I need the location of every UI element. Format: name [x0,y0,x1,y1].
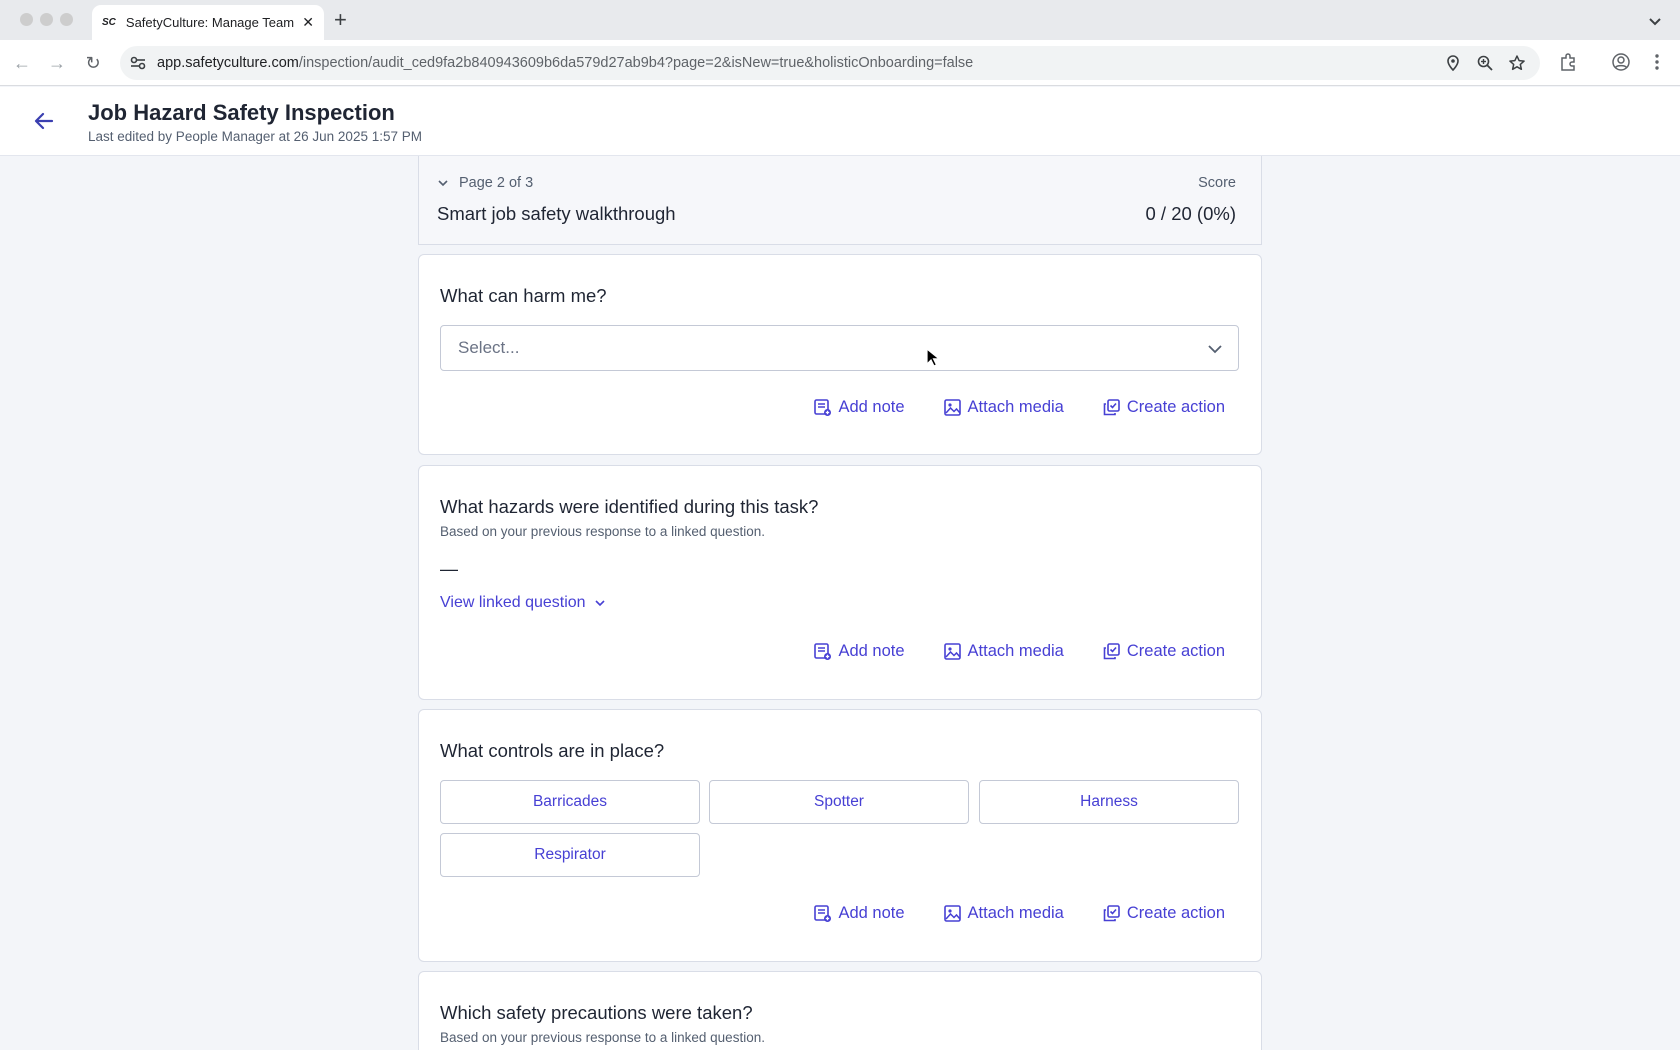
note-icon [814,643,832,660]
action-icon [1103,643,1120,660]
note-icon [814,905,832,922]
action-icon [1103,399,1120,416]
attach-media-button[interactable]: Attach media [943,642,1064,661]
window-minimize-button[interactable] [40,13,53,26]
question-text: What can harm me? [440,285,607,306]
back-nav-icon[interactable]: ← [11,52,33,74]
score-label: Score [1198,175,1236,191]
attach-media-label: Attach media [967,642,1064,660]
location-icon[interactable] [1444,54,1462,72]
option-spotter-button[interactable]: Spotter [709,780,969,824]
create-action-button[interactable]: Create action [1102,904,1225,923]
add-note-label: Add note [838,642,905,660]
site-settings-icon[interactable] [129,54,147,72]
reload-icon[interactable]: ↻ [82,52,104,74]
score-value: 0 / 20 (0%) [1145,203,1237,224]
answer-value: — [440,559,458,579]
add-note-button[interactable]: Add note [813,904,905,923]
chevron-down-icon [595,600,605,607]
create-action-label: Create action [1126,398,1225,416]
page-title: Smart job safety walkthrough [437,203,676,224]
option-respirator-button[interactable]: Respirator [440,833,700,877]
back-arrow-icon[interactable] [32,109,56,133]
question-text: What controls are in place? [440,740,665,761]
create-action-label: Create action [1126,904,1225,922]
question-card: What controls are in place? Barricades S… [418,709,1262,962]
note-icon [814,399,832,416]
question-text: What hazards were identified during this… [440,496,819,517]
mouse-cursor-icon [926,348,940,367]
extensions-icon[interactable] [1558,52,1578,72]
question-actions: Add note Attach media Create action [813,642,1225,661]
create-action-button[interactable]: Create action [1102,642,1225,661]
url-path: /inspection/audit_ced9fa2b840943609b6da5… [298,55,974,71]
action-icon [1103,905,1120,922]
url-text: app.safetyculture.com/inspection/audit_c… [157,55,1444,71]
page-header: Page 2 of 3 Smart job safety walkthrough… [418,156,1262,245]
favicon-icon: SC [102,17,116,28]
attach-media-label: Attach media [967,904,1064,922]
browser-toolbar: ← → ↻ app.safetyculture.com/inspection/a… [0,40,1680,86]
select-placeholder: Select... [458,338,520,357]
question-card: What hazards were identified during this… [418,465,1262,700]
attach-media-button[interactable]: Attach media [943,398,1064,417]
inspection-content: Page 2 of 3 Smart job safety walkthrough… [418,156,1262,1050]
profile-icon[interactable] [1611,52,1631,72]
address-bar[interactable]: app.safetyculture.com/inspection/audit_c… [120,46,1540,80]
chevron-down-icon [438,180,448,187]
question-card: Which safety precautions were taken? Bas… [418,971,1262,1050]
tab-search-chevron-icon[interactable] [1646,12,1664,30]
add-note-label: Add note [838,904,905,922]
question-text: Which safety precautions were taken? [440,1002,753,1023]
app-header: Job Hazard Safety Inspection Last edited… [0,87,1680,156]
page-indicator: Page 2 of 3 [459,175,534,191]
chevron-down-icon [1208,345,1222,354]
window-close-button[interactable] [20,13,33,26]
question-actions: Add note Attach media Create action [813,904,1225,923]
page-collapse-toggle[interactable]: Page 2 of 3 [437,175,533,191]
last-edited-text: Last edited by People Manager at 26 Jun … [88,129,422,144]
add-note-button[interactable]: Add note [813,398,905,417]
tab-title: SafetyCulture: Manage Teams [125,15,295,30]
inspection-title: Job Hazard Safety Inspection [88,100,395,125]
create-action-button[interactable]: Create action [1102,398,1225,417]
attach-media-label: Attach media [967,398,1064,416]
tab-close-icon[interactable]: ✕ [302,14,314,31]
url-host: app.safetyculture.com [157,55,299,71]
image-icon [943,643,961,660]
add-note-label: Add note [838,398,905,416]
question-subtext: Based on your previous response to a lin… [440,1030,765,1045]
window-zoom-button[interactable] [60,13,73,26]
new-tab-icon[interactable]: + [334,8,347,32]
forward-nav-icon[interactable]: → [46,52,68,74]
browser-menu-icon[interactable] [1650,52,1664,72]
browser-tab-bar: SC SafetyCulture: Manage Teams ✕ + [0,0,1680,40]
zoom-icon[interactable] [1476,54,1494,72]
question-actions: Add note Attach media Create action [813,398,1225,417]
hazard-select[interactable]: Select... [440,325,1239,371]
view-linked-question-label: View linked question [440,594,586,611]
question-card: What can harm me? Select... Add note Att… [418,254,1262,455]
view-linked-question-link[interactable]: View linked question [440,594,606,612]
add-note-button[interactable]: Add note [813,642,905,661]
attach-media-button[interactable]: Attach media [943,904,1064,923]
image-icon [943,905,961,922]
option-barricades-button[interactable]: Barricades [440,780,700,824]
question-subtext: Based on your previous response to a lin… [440,524,765,539]
bookmark-star-icon[interactable] [1508,54,1526,72]
image-icon [943,399,961,416]
option-harness-button[interactable]: Harness [979,780,1239,824]
browser-tab[interactable]: SC SafetyCulture: Manage Teams ✕ [92,5,324,40]
create-action-label: Create action [1126,642,1225,660]
